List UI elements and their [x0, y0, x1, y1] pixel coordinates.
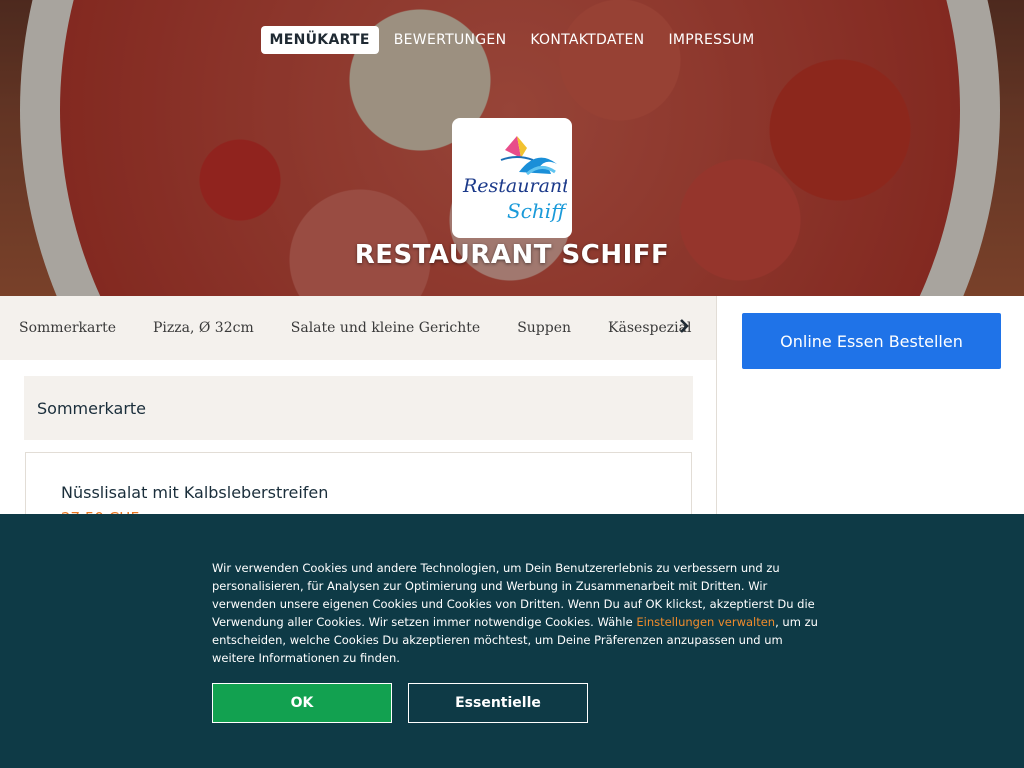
- cookie-text: Wir verwenden Cookies und andere Technol…: [212, 559, 822, 667]
- logo-word-schiff: Schiff: [507, 199, 567, 223]
- category-sommerkarte[interactable]: Sommerkarte: [19, 320, 116, 336]
- nav-bewertungen[interactable]: BEWERTUNGEN: [385, 26, 516, 54]
- category-pizza[interactable]: Pizza, Ø 32cm: [153, 320, 254, 336]
- category-suppen[interactable]: Suppen: [517, 320, 571, 336]
- cookie-banner: Wir verwenden Cookies und andere Technol…: [0, 514, 1024, 768]
- top-navigation: MENÜKARTE BEWERTUNGEN KONTAKTDATEN IMPRE…: [0, 26, 1024, 54]
- nav-impressum[interactable]: IMPRESSUM: [659, 26, 763, 54]
- cookie-settings-link[interactable]: Einstellungen verwalten: [636, 615, 775, 629]
- cookie-ok-button[interactable]: OK: [212, 683, 392, 723]
- nav-kontaktdaten[interactable]: KONTAKTDATEN: [521, 26, 653, 54]
- hero-banner: MENÜKARTE BEWERTUNGEN KONTAKTDATEN IMPRE…: [0, 0, 1024, 296]
- restaurant-logo: Restaurant Schiff: [452, 118, 572, 238]
- menu-item-name: Nüsslisalat mit Kalbsleberstreifen: [61, 483, 329, 502]
- chevron-right-icon[interactable]: [678, 318, 690, 339]
- logo-image: Restaurant Schiff: [462, 136, 567, 223]
- section-title: Sommerkarte: [24, 376, 693, 440]
- logo-word-restaurant: Restaurant: [462, 175, 567, 197]
- nav-menukarte[interactable]: MENÜKARTE: [260, 26, 379, 54]
- online-order-button[interactable]: Online Essen Bestellen: [742, 313, 1001, 369]
- category-salate[interactable]: Salate und kleine Gerichte: [291, 320, 480, 336]
- category-bar: Sommerkarte Pizza, Ø 32cm Salate und kle…: [0, 296, 716, 360]
- restaurant-name: RESTAURANT SCHIFF: [354, 240, 670, 270]
- cookie-essential-button[interactable]: Essentielle: [408, 683, 588, 723]
